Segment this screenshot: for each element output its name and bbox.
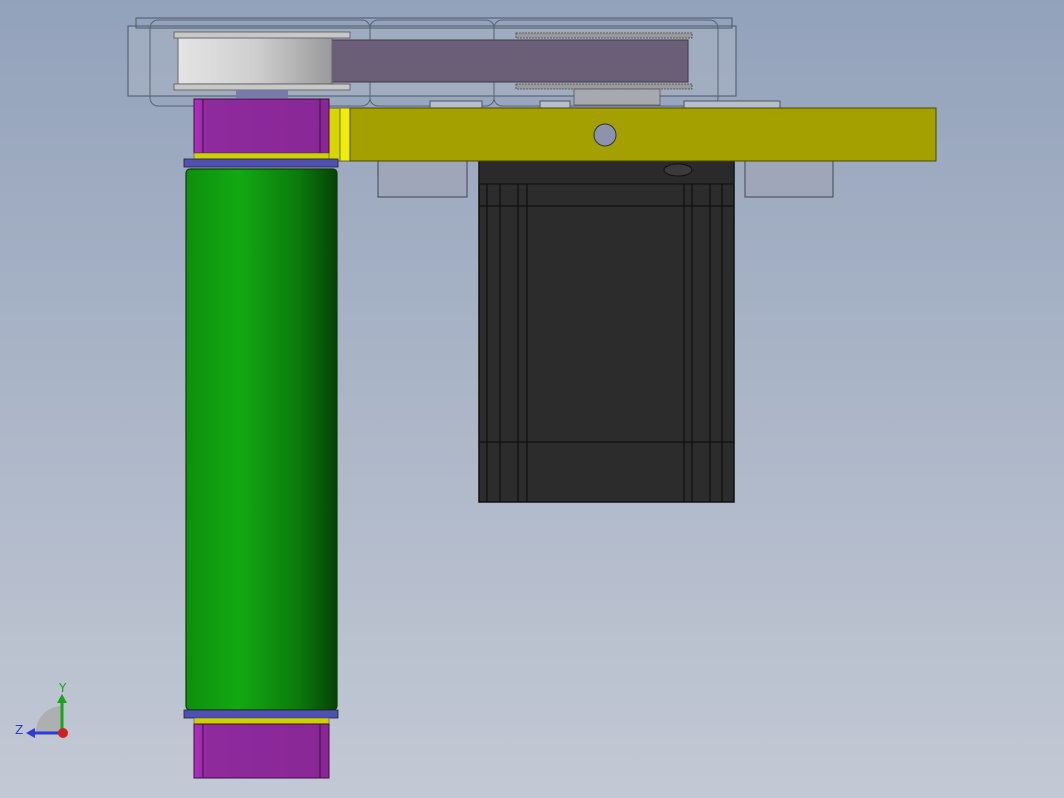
washer-bottom	[183, 709, 339, 719]
model-scene[interactable]: Y Z	[0, 0, 1064, 798]
mount-block-right[interactable]	[744, 159, 834, 198]
green-roller[interactable]	[185, 168, 338, 711]
bearing-block-bottom[interactable]	[193, 717, 330, 779]
washer-top	[183, 158, 339, 168]
timing-belt[interactable]	[329, 39, 689, 83]
drive-pulley-left[interactable]	[173, 31, 351, 98]
motor-shaft	[663, 163, 693, 177]
y-axis-label: Y	[58, 681, 67, 695]
motor-bracket[interactable]	[327, 107, 937, 162]
bracket-hole	[593, 123, 617, 147]
z-axis-label: Z	[15, 723, 23, 737]
bearing-block-top[interactable]	[193, 98, 330, 160]
cad-viewport[interactable]: Y Z	[0, 0, 1064, 798]
x-axis-dot	[58, 728, 68, 738]
stepper-motor[interactable]	[478, 159, 735, 503]
mount-block-left[interactable]	[377, 159, 468, 198]
